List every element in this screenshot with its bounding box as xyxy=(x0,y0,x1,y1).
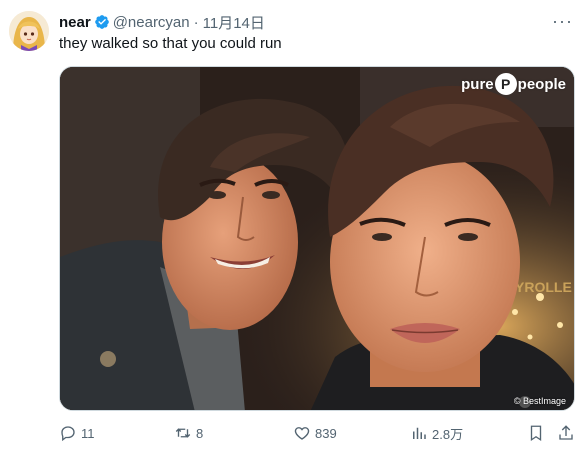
tweet-actions-bar: 11 8 839 2.8万 xyxy=(59,423,575,443)
analytics-icon xyxy=(413,427,426,439)
photo-illustration: YROLLE xyxy=(60,67,574,410)
verified-badge-icon xyxy=(94,14,110,30)
tweet-date[interactable]: 11月14日 xyxy=(203,12,265,33)
share-button[interactable] xyxy=(557,423,579,443)
bookmark-button[interactable] xyxy=(527,423,549,443)
author-display-name[interactable]: near xyxy=(59,14,91,31)
tweet-media-image[interactable]: YROLLE pure P people © BestImage xyxy=(59,66,575,411)
views-count: 2.8万 xyxy=(432,426,464,442)
reply-count: 11 xyxy=(81,425,95,441)
watermark-text-left: pure xyxy=(461,75,494,93)
heart-icon xyxy=(294,427,310,440)
tweet-header: near @nearcyan · 11月14日 xyxy=(59,12,265,32)
retweet-button[interactable]: 8 xyxy=(174,423,203,443)
tweet-text: they walked so that you could run xyxy=(59,35,282,52)
bookmark-icon xyxy=(530,425,542,442)
more-options-icon[interactable]: ··· xyxy=(552,11,573,32)
retweet-count: 8 xyxy=(196,425,204,441)
pureppeople-watermark: pure P people xyxy=(461,73,566,95)
avatar[interactable] xyxy=(9,11,49,51)
like-button[interactable]: 839 xyxy=(293,423,337,443)
retweet-icon xyxy=(175,428,191,438)
watermark-logo-icon: P xyxy=(494,73,517,95)
svg-text:YROLLE: YROLLE xyxy=(515,279,572,295)
reply-icon xyxy=(61,426,75,442)
author-handle[interactable]: @nearcyan xyxy=(113,14,190,31)
copyright-watermark: © BestImage xyxy=(513,396,566,406)
share-icon xyxy=(559,425,573,440)
views-button[interactable]: 2.8万 xyxy=(410,423,463,443)
separator-dot: · xyxy=(193,13,199,31)
like-count: 839 xyxy=(315,425,337,441)
reply-button[interactable]: 11 xyxy=(59,423,95,443)
watermark-text-right: people xyxy=(517,75,566,93)
